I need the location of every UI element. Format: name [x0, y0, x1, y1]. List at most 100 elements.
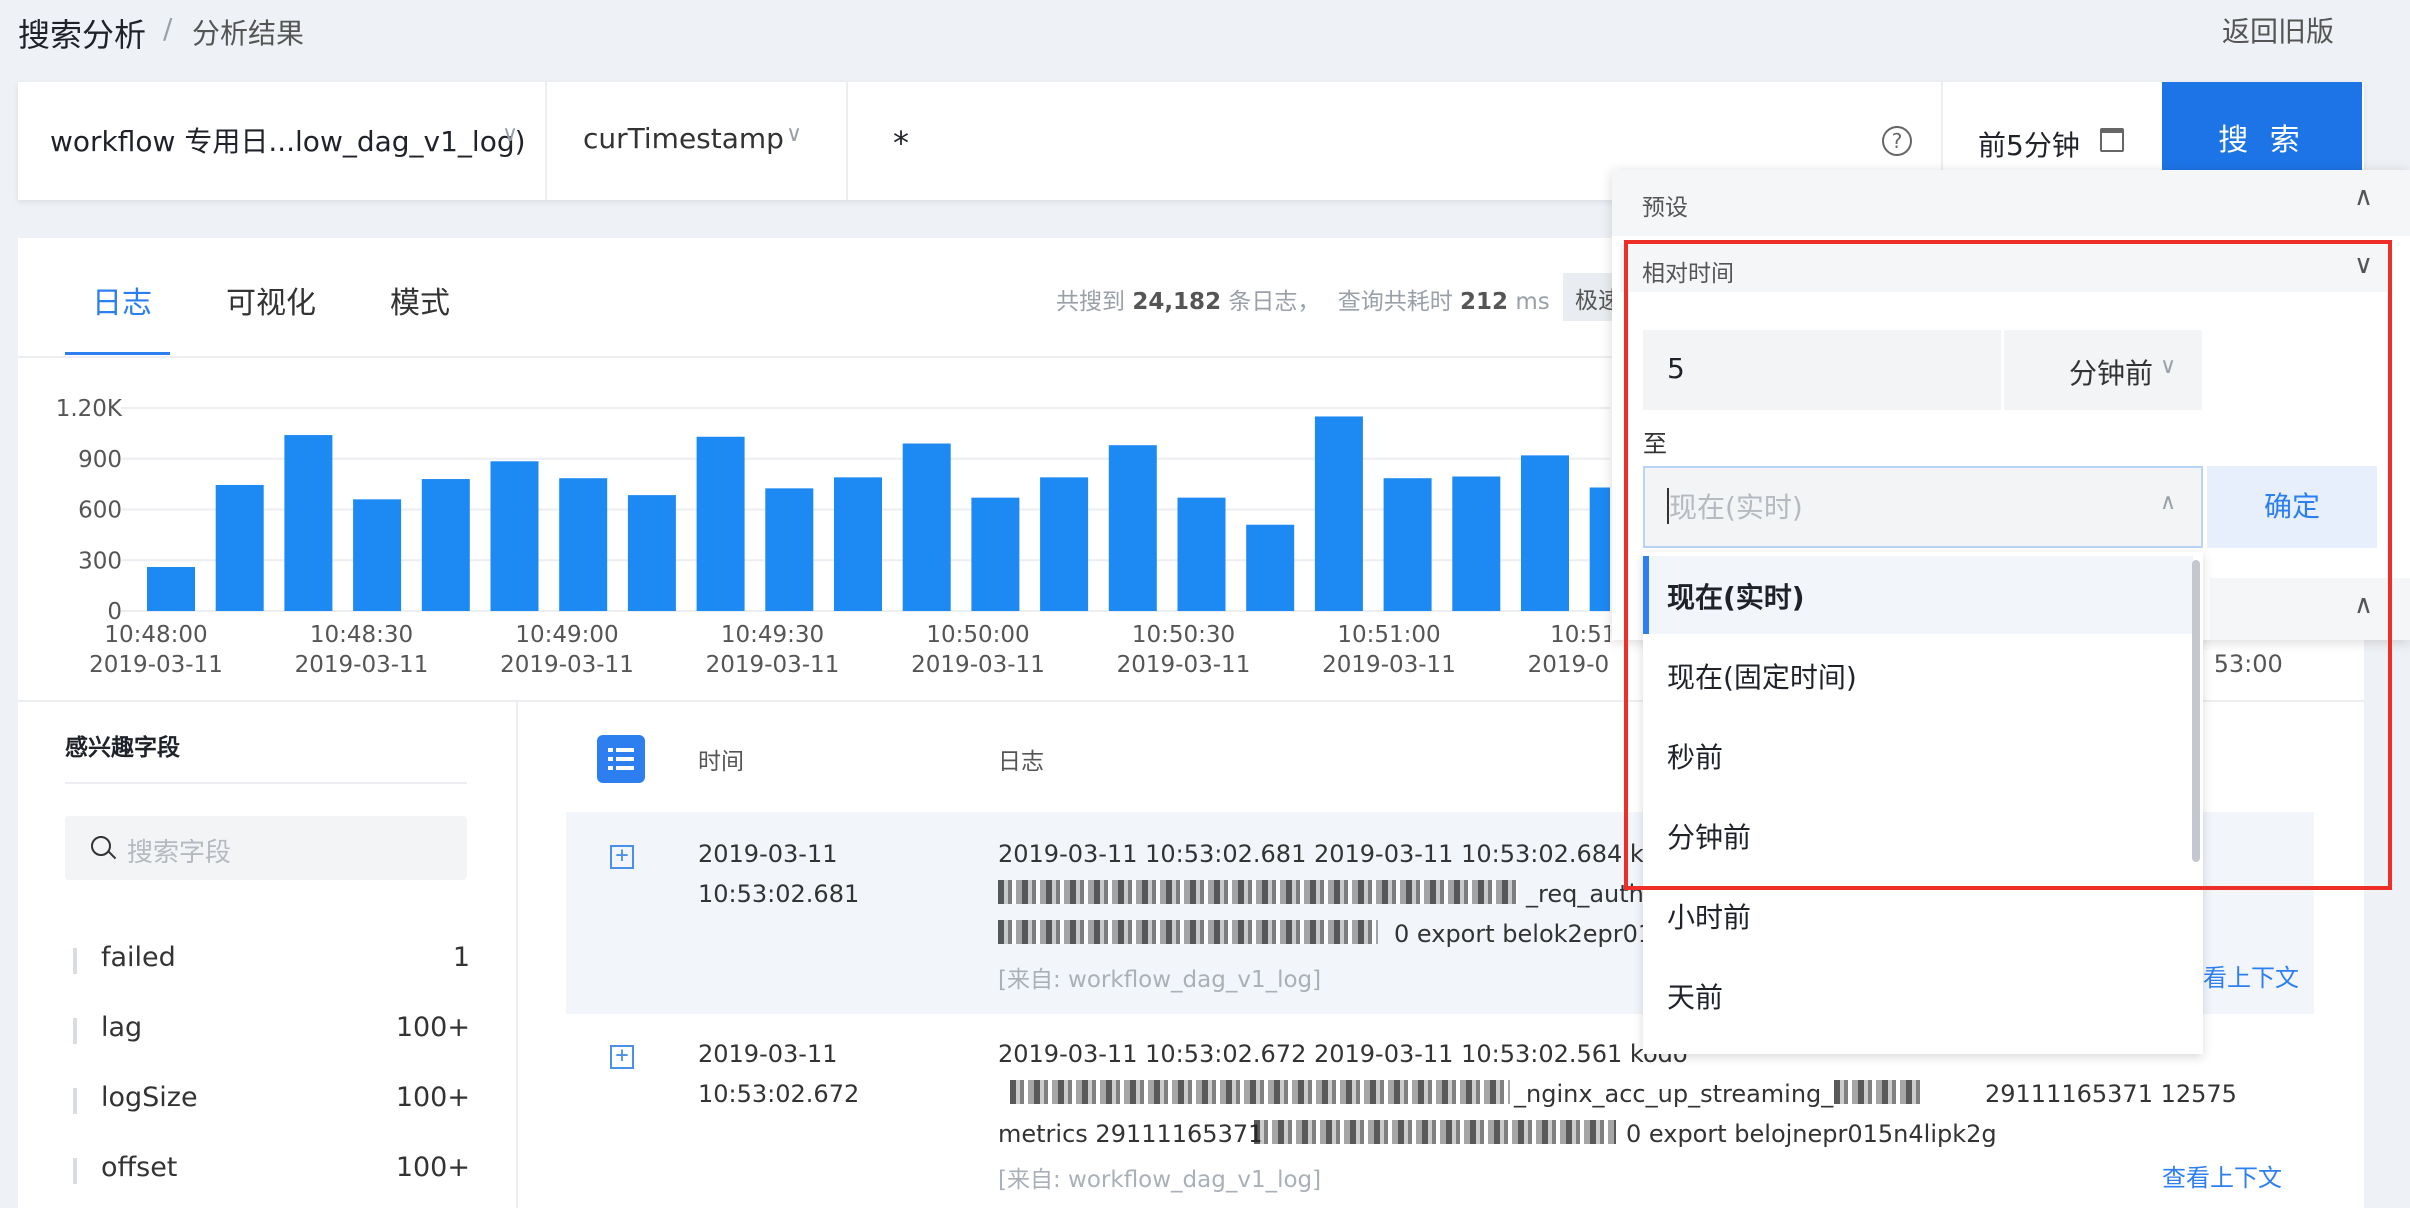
bar: [1383, 478, 1432, 611]
field-count: 1: [452, 942, 470, 973]
bar: [627, 495, 676, 611]
log-line: _nginx_acc_up_streaming_: [1514, 1080, 1834, 1108]
calendar-icon: [2100, 128, 2124, 152]
x-tick-label: 10:50:00: [926, 622, 1029, 648]
field-item[interactable]: logSize 100+: [65, 1080, 470, 1120]
field-item[interactable]: lag 100+: [65, 1010, 470, 1050]
x-tick-label: 10:48:00: [104, 622, 207, 648]
x-tick-label: 10:49:00: [515, 622, 618, 648]
highlight-annotation: [1624, 240, 2392, 890]
bar: [1246, 524, 1295, 611]
field-search-input[interactable]: 搜索字段: [65, 816, 467, 880]
view-context-link[interactable]: 查看上下文: [2162, 1158, 2282, 1193]
x-tick-date: 2019-03-11: [500, 652, 634, 678]
chevron-down-icon: ∨: [502, 122, 519, 147]
x-tick-date: 2019-03-11: [1322, 652, 1456, 678]
field-name: logSize: [101, 1082, 198, 1113]
x-tick-date: 2019-03-11: [1117, 652, 1251, 678]
option-days-ago[interactable]: 天前: [1667, 976, 1723, 1016]
y-tick-label: 900: [78, 447, 122, 473]
field-type-marker: [73, 1018, 77, 1044]
help-icon[interactable]: ?: [1882, 126, 1912, 156]
bar: [1314, 416, 1363, 611]
bar: [902, 443, 951, 611]
log-date: 2019-03-11: [698, 840, 838, 868]
field-type-marker: [73, 1088, 77, 1114]
x-tick-date: 2019-03-11: [295, 652, 429, 678]
log-line: 0 export belojnepr015n4lipk2g: [1626, 1120, 1997, 1148]
chevron-up-icon[interactable]: ∧: [2354, 182, 2373, 212]
x-tick-date: 2019-03-11: [911, 652, 1045, 678]
log-time: 10:53:02.672: [698, 1080, 860, 1108]
bar: [147, 567, 195, 611]
log-line: metrics 29111165371: [998, 1120, 1264, 1148]
log-source: [来自: workflow_dag_v1_log]: [998, 967, 1322, 993]
option-hours-ago[interactable]: 小时前: [1667, 896, 1751, 936]
tab-patterns[interactable]: 模式: [390, 278, 450, 322]
bar: [1040, 477, 1089, 611]
field-count: 100+: [395, 1152, 470, 1183]
field-item[interactable]: failed 1: [65, 940, 470, 980]
fields-title: 感兴趣字段: [65, 735, 180, 761]
bar: [284, 435, 333, 611]
bar: [1452, 476, 1501, 611]
x-tick-date: 2019-03-11: [89, 652, 223, 678]
redacted-text: [998, 880, 1518, 904]
result-stats: 共搜到 24,182 条日志， 查询共耗时 212 ms: [1056, 289, 1550, 315]
back-to-old-version-link[interactable]: 返回旧版: [2222, 10, 2334, 50]
field-item[interactable]: offset 100+: [65, 1150, 470, 1190]
field-type-marker: [73, 1158, 77, 1184]
breadcrumb-current: 分析结果: [192, 17, 305, 50]
log-line: 0 export belok2epr015: [1394, 920, 1669, 948]
redacted-text: [998, 920, 1378, 944]
query-input[interactable]: *: [893, 124, 909, 162]
y-tick-label: 1.20K: [56, 396, 123, 422]
redacted-text: [1254, 1120, 1616, 1144]
field-search-placeholder: 搜索字段: [127, 838, 232, 868]
log-time: 10:53:02.681: [698, 880, 860, 908]
log-date: 2019-03-11: [698, 1040, 838, 1068]
time-field-select[interactable]: curTimestamp: [583, 122, 784, 155]
time-range-select[interactable]: 前5分钟: [1978, 124, 2080, 164]
field-name: lag: [101, 1012, 143, 1043]
y-tick-label: 600: [78, 498, 122, 524]
bar: [696, 436, 745, 611]
x-tick-label: 10:51:3: [1550, 622, 1610, 648]
bar: [559, 478, 608, 611]
x-tick-date: 2019-03-11: [1528, 652, 1610, 678]
divider: [65, 782, 467, 784]
bar: [765, 488, 814, 611]
x-tick-label: 10:49:30: [721, 622, 824, 648]
bar: [215, 484, 264, 611]
log-line: 29111165371 12575: [1985, 1080, 2237, 1108]
bar: [1589, 487, 1610, 611]
tab-visualization[interactable]: 可视化: [226, 278, 316, 322]
view-context-link[interactable]: 看上下文: [2203, 958, 2299, 993]
expand-icon[interactable]: +: [610, 1045, 634, 1069]
bar: [971, 497, 1020, 611]
column-header-log: 日志: [998, 749, 1044, 775]
log-line: 2019-03-11 10:53:02.672 2019-03-11 10:53…: [998, 1040, 1688, 1068]
expand-icon[interactable]: +: [610, 845, 634, 869]
column-header-time: 时间: [698, 749, 744, 775]
bar: [1521, 455, 1569, 611]
list-view-icon[interactable]: [597, 735, 645, 783]
log-source: [来自: workflow_dag_v1_log]: [998, 1167, 1322, 1193]
page-title: 搜索分析: [18, 16, 147, 54]
bar: [490, 461, 539, 611]
field-count: 100+: [395, 1082, 470, 1113]
field-name: offset: [101, 1152, 178, 1183]
preset-label: 预设: [1642, 195, 1688, 221]
x-tick-label: 10:48:30: [310, 622, 413, 648]
tab-logs[interactable]: 日志: [92, 278, 152, 322]
histogram-chart: 1.20K900600300010:48:002019-03-1110:48:3…: [56, 396, 1610, 678]
logstore-select[interactable]: workflow 专用日...low_dag_v1_log): [50, 120, 526, 160]
field-type-marker: [73, 948, 77, 974]
y-tick-label: 300: [78, 548, 122, 574]
preset-section-header[interactable]: [1612, 170, 2410, 236]
field-count: 100+: [395, 1012, 470, 1043]
bar: [1108, 445, 1157, 611]
breadcrumb-separator: /: [163, 12, 173, 45]
chevron-down-icon: ∨: [786, 122, 803, 147]
redacted-text: [1010, 1080, 1510, 1104]
